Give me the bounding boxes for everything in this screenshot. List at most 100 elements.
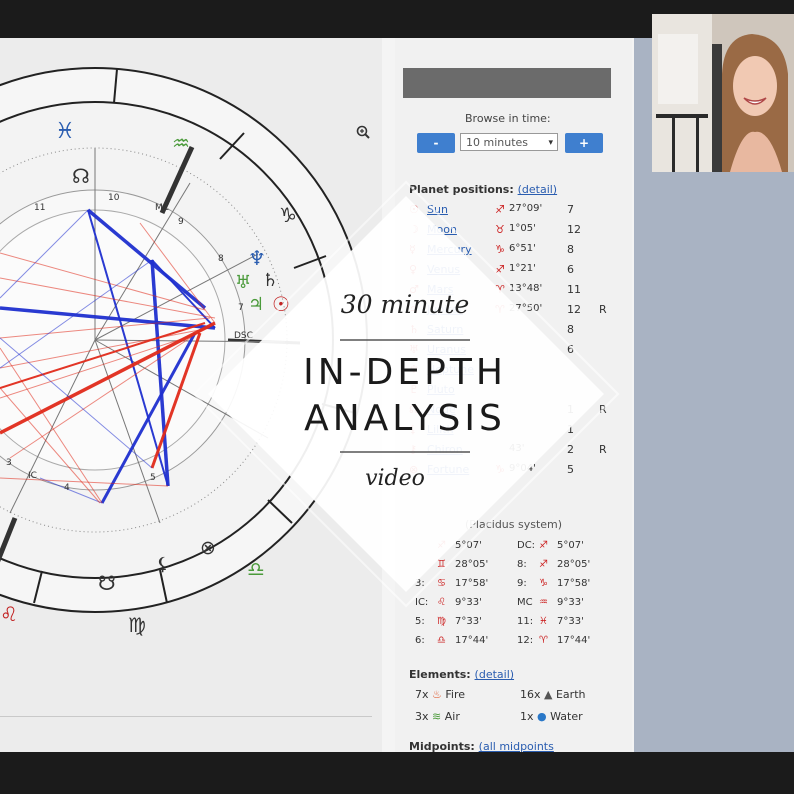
house-label: IC: — [415, 597, 429, 608]
chevron-down-icon: ▾ — [548, 138, 553, 148]
house-degree: 17°44' — [557, 635, 591, 646]
planet-name-link[interactable]: Moon — [427, 223, 457, 236]
south-node-icon: ☋ — [98, 571, 116, 595]
pisces-sign-icon: ♓ — [55, 119, 75, 144]
chart-area: ♓ ♒ ♑ ♎ ♍ ♌ ☊ ☋ ⊗ ⚸ ♆ ♅ ♄ ♃ ☉ MC IC DSC … — [0, 38, 382, 752]
chart-divider — [0, 716, 372, 717]
interval-select[interactable]: 10 minutes ▾ — [460, 133, 558, 151]
jupiter-icon: ♃ — [248, 294, 264, 315]
leo-sign-icon: ♌ — [0, 602, 18, 626]
browse-back-button[interactable]: - — [417, 133, 455, 153]
elements-detail-link[interactable]: (detail) — [475, 668, 515, 681]
planet-house: 6 — [567, 263, 574, 276]
browse-label: Browse in time: — [465, 112, 551, 125]
planet-name-link[interactable]: Jupiter — [427, 303, 463, 316]
house-number: 9 — [178, 217, 184, 227]
house-number: 11 — [34, 203, 45, 213]
planet-name-link[interactable]: Fortune — [427, 463, 469, 476]
planet-row: ⚸ Lilith 1 — [409, 423, 619, 439]
planet-name-link[interactable]: Venus — [427, 263, 460, 276]
browse-forward-button[interactable]: + — [565, 133, 603, 153]
planet-name-link[interactable]: Pluto — [427, 383, 455, 396]
planet-row: ☽ Moon ♉ 1°05' 12 — [409, 223, 619, 239]
planet-degree: 27°09' — [509, 203, 543, 214]
planet-house: 11 — [567, 283, 581, 296]
planet-name-link[interactable]: Node — [427, 403, 456, 416]
house-sign-icon: ♎ — [437, 635, 446, 646]
natal-chart-wheel: ♓ ♒ ♑ ♎ ♍ ♌ ☊ ☋ ⊗ ⚸ ♆ ♅ ♄ ♃ ☉ MC IC DSC … — [0, 67, 368, 637]
element-count: 1x — [520, 710, 534, 723]
saturn-icon: ♄ — [262, 270, 278, 291]
sign-glyph-icon: ♑ — [495, 243, 505, 256]
planet-name-link[interactable]: Chiron — [427, 443, 463, 456]
north-node-icon: ☊ — [72, 164, 90, 188]
planet-house: 1 — [567, 403, 574, 416]
capricorn-sign-icon: ♑ — [279, 203, 297, 227]
houses-title: (Placidus system) — [465, 518, 563, 531]
sign-glyph-icon: ♉ — [495, 223, 505, 236]
dsc-label: DSC — [234, 331, 253, 341]
house-sign-icon: ♓ — [539, 616, 548, 627]
chart-info-panel: Browse in time: - 10 minutes ▾ + Planet p… — [395, 38, 632, 752]
zoom-in-icon[interactable] — [356, 124, 370, 139]
planet-degree: 9°04' — [509, 463, 536, 474]
house-degree: 17°58' — [455, 578, 489, 589]
planet-degree: 43' — [509, 443, 525, 454]
house-sign-icon: ♋ — [437, 578, 446, 589]
sign-glyph-icon: ♐ — [495, 203, 505, 216]
planet-name-link[interactable]: Uranus — [427, 343, 466, 356]
planet-row: ♂ Mars ♈ 13°48' 11 — [409, 283, 619, 299]
house-number: 8 — [218, 254, 224, 264]
planet-detail-link[interactable]: (detail) — [518, 183, 558, 196]
planet-house: 1 — [567, 423, 574, 436]
house-number: 3 — [6, 458, 12, 468]
planet-name-link[interactable]: Neptune — [427, 363, 474, 376]
fortune-icon: ⊗ — [200, 537, 216, 559]
planet-name-link[interactable]: Lilith — [427, 423, 454, 436]
element-count: 16x — [520, 688, 541, 701]
house-number: 5 — [150, 473, 156, 483]
house-label: 11: — [517, 616, 534, 627]
planet-positions-title: Planet positions: (detail) — [409, 183, 558, 196]
planet-row: ☉ Sun ♐ 27°09' 7 — [409, 203, 619, 219]
planet-name-link[interactable]: Mercury — [427, 243, 472, 256]
planet-name-link[interactable]: Mars — [427, 283, 454, 296]
planet-row: ♅ Uranus 6 — [409, 343, 619, 359]
midpoints-title: Midpoints: (all midpoints — [409, 740, 554, 752]
planet-row: ⊗ Fortune ♑ 9°04' 5 — [409, 463, 619, 479]
house-number: 4 — [64, 483, 70, 493]
house-sign-icon: ♑ — [539, 578, 548, 589]
planet-glyph-icon: ♇ — [409, 383, 419, 396]
planet-house: 8 — [567, 243, 574, 256]
house-label: MC — [517, 597, 533, 608]
element-item: 3x ≋ Air — [415, 710, 460, 723]
planet-house: 12 — [567, 303, 581, 316]
house-label: DC: — [517, 540, 536, 551]
house-sign-icon: ♐ — [539, 540, 548, 551]
planet-glyph-icon: ⚸ — [409, 423, 418, 436]
planet-glyph-icon: ♂ — [409, 283, 419, 296]
house-number: 10 — [108, 193, 120, 203]
house-degree: 9°33' — [455, 597, 482, 608]
planet-name-link[interactable]: Saturn — [427, 323, 463, 336]
planet-glyph-icon: ♆ — [409, 363, 419, 376]
house-row: 5: ♍ 7°33' 11: ♓ 7°33' — [415, 616, 625, 632]
planet-degree: 13°48' — [509, 283, 543, 294]
element-item: 1x ● Water — [520, 710, 583, 723]
planet-row: ☿ Mercury ♑ 6°51' 8 — [409, 243, 619, 259]
flame-icon: ♨ — [432, 688, 442, 701]
planet-name-link[interactable]: Sun — [427, 203, 448, 216]
planet-row: ♆ Neptune — [409, 363, 619, 379]
house-degree: 17°58' — [557, 578, 591, 589]
house-label: 9: — [517, 578, 527, 589]
uranus-icon: ♅ — [235, 272, 251, 293]
retrograde-flag: R — [599, 303, 607, 316]
midpoints-link[interactable]: (all midpoints — [479, 740, 554, 752]
libra-sign-icon: ♎ — [247, 557, 265, 581]
house-degree: 9°33' — [557, 597, 584, 608]
sign-glyph-icon: ♈ — [495, 283, 505, 296]
planet-degree: 27°50' — [509, 303, 543, 314]
planet-house: 2 — [567, 443, 574, 456]
planet-house: 12 — [567, 223, 581, 236]
planet-glyph-icon: ⚷ — [409, 443, 418, 456]
